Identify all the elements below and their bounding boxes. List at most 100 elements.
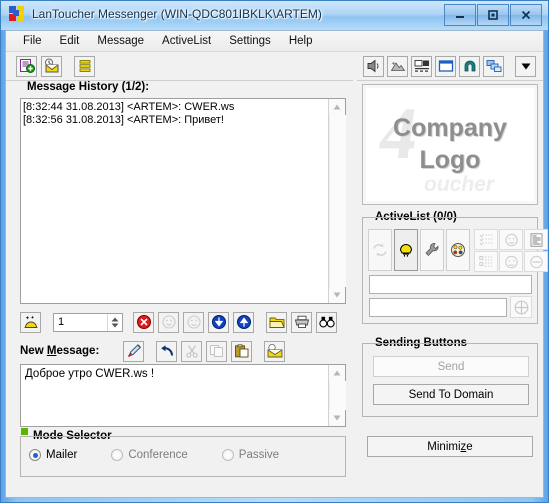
- company-logo: 4 oucher Company Logo: [366, 88, 534, 201]
- refresh-icon[interactable]: [368, 229, 392, 271]
- pen-icon[interactable]: [123, 340, 145, 362]
- open-folder-icon[interactable]: [264, 340, 286, 362]
- undo-icon[interactable]: [156, 340, 178, 362]
- minimize-app-button[interactable]: Minimi z e: [367, 436, 533, 457]
- paste-icon[interactable]: [231, 340, 253, 362]
- cut-icon[interactable]: [181, 340, 203, 362]
- menu-activelist[interactable]: ActiveList: [153, 33, 220, 49]
- document-icon[interactable]: [524, 229, 548, 250]
- radio-passive[interactable]: Passive: [221, 449, 280, 461]
- title-bar: LanToucher Messenger (WIN-QDC801IBKLK\AR…: [1, 1, 548, 30]
- window-title: LanToucher Messenger (WIN-QDC801IBKLK\AR…: [32, 7, 322, 21]
- logo-watermark-text: oucher: [424, 173, 495, 196]
- folder-icon[interactable]: [266, 311, 287, 333]
- scroll-up-arrow[interactable]: [329, 99, 345, 115]
- sending-buttons-group: Send Send To Domain: [362, 343, 538, 417]
- logo-line-2: Logo: [419, 146, 481, 174]
- print-icon[interactable]: [291, 311, 312, 333]
- maximize-button[interactable]: [477, 4, 509, 26]
- lamp-icon[interactable]: [394, 229, 418, 271]
- history-row-text: [8:32:44 31.08.2013] <ARTEM>: CWER.ws: [23, 101, 235, 113]
- main-toolbar: [6, 52, 353, 81]
- dropdown-arrow-icon[interactable]: [515, 55, 536, 77]
- radio-indicator: [111, 449, 124, 461]
- menu-file[interactable]: File: [14, 33, 51, 49]
- message-history-list[interactable]: [8:32:44 31.08.2013] <ARTEM>: CWER.ws [8…: [21, 99, 328, 303]
- smiley-prev-icon[interactable]: [158, 311, 179, 333]
- message-count-stepper[interactable]: 1: [53, 312, 123, 332]
- menu-message[interactable]: Message: [88, 33, 153, 49]
- message-scroll-track[interactable]: [329, 381, 346, 410]
- radio-indicator: [29, 449, 41, 461]
- compose-message-icon[interactable]: [20, 311, 41, 333]
- activelist-toolbar: [368, 229, 548, 272]
- palette-icon[interactable]: [446, 229, 470, 271]
- radio-mailer[interactable]: Mailer: [29, 449, 77, 461]
- list-check-icon[interactable]: [474, 229, 498, 250]
- magnet-icon[interactable]: [459, 55, 480, 77]
- radio-conference[interactable]: Conference: [111, 449, 188, 461]
- face-icon[interactable]: [499, 229, 523, 250]
- send-to-domain-button[interactable]: Send To Domain: [373, 384, 529, 405]
- new-message-label: New Message:: [20, 345, 100, 357]
- list-icon[interactable]: [74, 55, 95, 77]
- left-panel: Message History (1/2): [8:32:44 31.08.20…: [6, 81, 357, 498]
- network-computers-icon[interactable]: [411, 55, 432, 77]
- new-message-toolbar: [123, 340, 286, 362]
- radio-label: Conference: [128, 449, 188, 461]
- add-circle-icon[interactable]: [510, 296, 532, 318]
- speaker-icon[interactable]: [363, 55, 384, 77]
- activelist-group: [362, 217, 548, 324]
- logo-line-1: Company: [393, 114, 507, 142]
- copy-icon[interactable]: [206, 340, 228, 362]
- minimize-button[interactable]: [444, 4, 476, 26]
- radio-label: Mailer: [46, 449, 78, 461]
- new-message-row: New Message:: [20, 339, 346, 363]
- message-scrollbar[interactable]: [328, 365, 346, 426]
- stepper-arrows[interactable]: [107, 313, 122, 331]
- activelist-small-buttons: [474, 229, 548, 272]
- list-item[interactable]: [8:32:44 31.08.2013] <ARTEM>: CWER.ws: [21, 101, 328, 114]
- radio-indicator: [221, 449, 234, 461]
- company-logo-frame: 4 oucher Company Logo: [362, 84, 538, 205]
- smiley-next-icon[interactable]: [183, 311, 204, 333]
- window-controls: [443, 4, 542, 26]
- new-message-input[interactable]: Доброе утро CWER.ws !: [20, 364, 346, 427]
- wrench-icon[interactable]: [420, 229, 444, 271]
- scroll-down-arrow[interactable]: [329, 287, 345, 303]
- menu-help[interactable]: Help: [280, 33, 322, 49]
- menu-settings[interactable]: Settings: [220, 33, 280, 49]
- delete-icon[interactable]: [133, 311, 154, 333]
- new-message-icon[interactable]: [16, 55, 37, 77]
- radio-label: Passive: [238, 449, 280, 461]
- activelist-input-2[interactable]: [369, 298, 507, 317]
- title-bar-left: LanToucher Messenger (WIN-QDC801IBKLK\AR…: [9, 6, 322, 22]
- find-icon[interactable]: [316, 311, 337, 333]
- arrow-down-icon[interactable]: [208, 311, 229, 333]
- menu-edit[interactable]: Edit: [51, 33, 89, 49]
- image-icon[interactable]: [387, 55, 408, 77]
- history-scroll-track[interactable]: [329, 115, 346, 287]
- history-toolbar: 1: [20, 310, 346, 334]
- face-alt-icon[interactable]: [499, 251, 523, 272]
- message-history-box[interactable]: [8:32:44 31.08.2013] <ARTEM>: CWER.ws [8…: [20, 98, 346, 304]
- message-count-value[interactable]: 1: [54, 316, 107, 328]
- application-window: LanToucher Messenger (WIN-QDC801IBKLK\AR…: [0, 0, 549, 503]
- scroll-up-arrow[interactable]: [329, 365, 345, 381]
- minus-circle-icon[interactable]: [524, 251, 548, 272]
- scroll-down-arrow[interactable]: [329, 410, 345, 426]
- right-panel: 4 oucher Company Logo ActiveList (0/0) S…: [357, 81, 548, 498]
- send-button[interactable]: Send: [373, 356, 529, 377]
- windows-stack-icon[interactable]: [483, 55, 504, 77]
- close-button[interactable]: [510, 4, 542, 26]
- client-area: File Edit Message ActiveList Settings He…: [5, 30, 548, 498]
- mode-options: Mailer Conference Passive: [29, 449, 313, 461]
- window-icon[interactable]: [435, 55, 456, 77]
- list-item[interactable]: [8:32:56 31.08.2013] <ARTEM>: Привет!: [21, 114, 328, 127]
- new-message-text[interactable]: Доброе утро CWER.ws !: [21, 365, 328, 426]
- list-box-icon[interactable]: [474, 251, 498, 272]
- history-scrollbar[interactable]: [328, 99, 346, 303]
- activelist-input-1[interactable]: [369, 275, 532, 294]
- send-mail-icon[interactable]: [41, 55, 62, 77]
- arrow-up-icon[interactable]: [233, 311, 254, 333]
